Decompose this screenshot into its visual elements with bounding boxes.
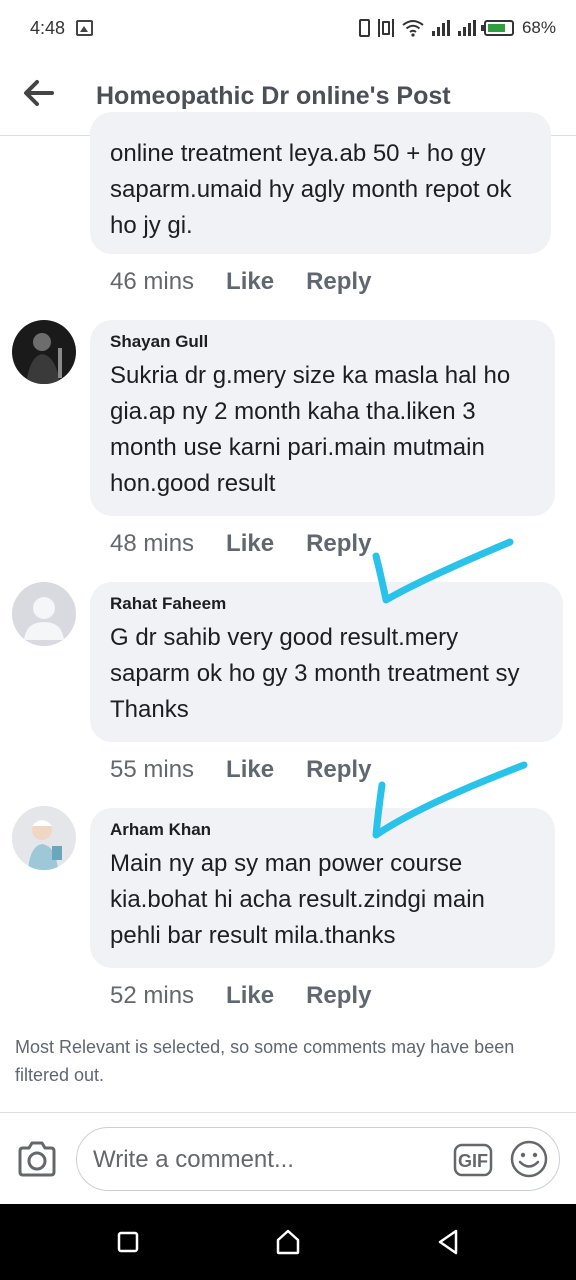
- comment-text: G dr sahib very good result.mery saparm …: [110, 624, 520, 723]
- status-bar: 4:48 68%: [0, 0, 576, 58]
- comment-bubble[interactable]: online treatment leya.ab 50 + ho gy sapa…: [90, 112, 551, 254]
- filter-notice: Most Relevant is selected, so some comme…: [15, 1037, 515, 1085]
- status-time: 4:48: [30, 18, 66, 38]
- like-button[interactable]: Like: [226, 268, 274, 296]
- comment-text: Main ny ap sy man power course kia.bohat…: [110, 850, 485, 949]
- comment-text: online treatment leya.ab 50 + ho gy sapa…: [110, 140, 512, 239]
- comment-time[interactable]: 55 mins: [110, 756, 194, 784]
- comment-actions: 46 mins Like Reply: [110, 268, 371, 296]
- like-button[interactable]: Like: [226, 756, 274, 784]
- image-notification-icon: [76, 20, 93, 36]
- wifi-icon: [402, 20, 424, 37]
- comment-input[interactable]: [93, 1140, 443, 1180]
- comment-time[interactable]: 48 mins: [110, 530, 194, 558]
- vibrate-icon: [377, 19, 394, 37]
- camera-icon[interactable]: [16, 1139, 58, 1179]
- checkmark-annotation: [372, 538, 514, 604]
- gif-label: GIF: [458, 1151, 488, 1171]
- recent-apps-icon[interactable]: [112, 1226, 144, 1258]
- reply-button[interactable]: Reply: [306, 982, 371, 1010]
- like-button[interactable]: Like: [226, 982, 274, 1010]
- battery-icon: [480, 20, 514, 36]
- default-avatar[interactable]: [12, 582, 76, 646]
- comment-time[interactable]: 46 mins: [110, 268, 194, 296]
- reply-button[interactable]: Reply: [306, 268, 371, 296]
- gif-button[interactable]: GIF: [453, 1140, 493, 1180]
- comment-composer: GIF: [0, 1112, 576, 1204]
- avatar[interactable]: [12, 320, 76, 384]
- page-title: Homeopathic Dr online's Post: [96, 82, 451, 110]
- signal-icon: [431, 20, 450, 36]
- comment-actions: 52 mins Like Reply: [110, 982, 371, 1010]
- comment-actions: 48 mins Like Reply: [110, 530, 371, 558]
- back-icon[interactable]: [432, 1226, 464, 1258]
- checkmark-annotation: [372, 761, 528, 839]
- comment-author[interactable]: Shayan Gull: [110, 332, 535, 352]
- comment-text: Sukria dr g.mery size ka masla hal ho gi…: [110, 362, 511, 497]
- home-icon[interactable]: [272, 1226, 304, 1258]
- comment-input-box[interactable]: GIF: [76, 1127, 560, 1191]
- comment-time[interactable]: 52 mins: [110, 982, 194, 1010]
- back-arrow-icon[interactable]: [22, 78, 56, 108]
- avatar[interactable]: [12, 806, 76, 870]
- status-icons: 68%: [358, 18, 556, 38]
- like-button[interactable]: Like: [226, 530, 274, 558]
- emoji-icon[interactable]: [509, 1139, 549, 1179]
- comment-bubble[interactable]: Shayan Gull Sukria dr g.mery size ka mas…: [90, 320, 555, 516]
- comment-actions: 55 mins Like Reply: [110, 756, 371, 784]
- navigation-bar: [0, 1204, 576, 1280]
- signal-icon-2: [457, 20, 476, 36]
- phone-icon: [358, 19, 370, 37]
- battery-percent: 68%: [521, 18, 556, 37]
